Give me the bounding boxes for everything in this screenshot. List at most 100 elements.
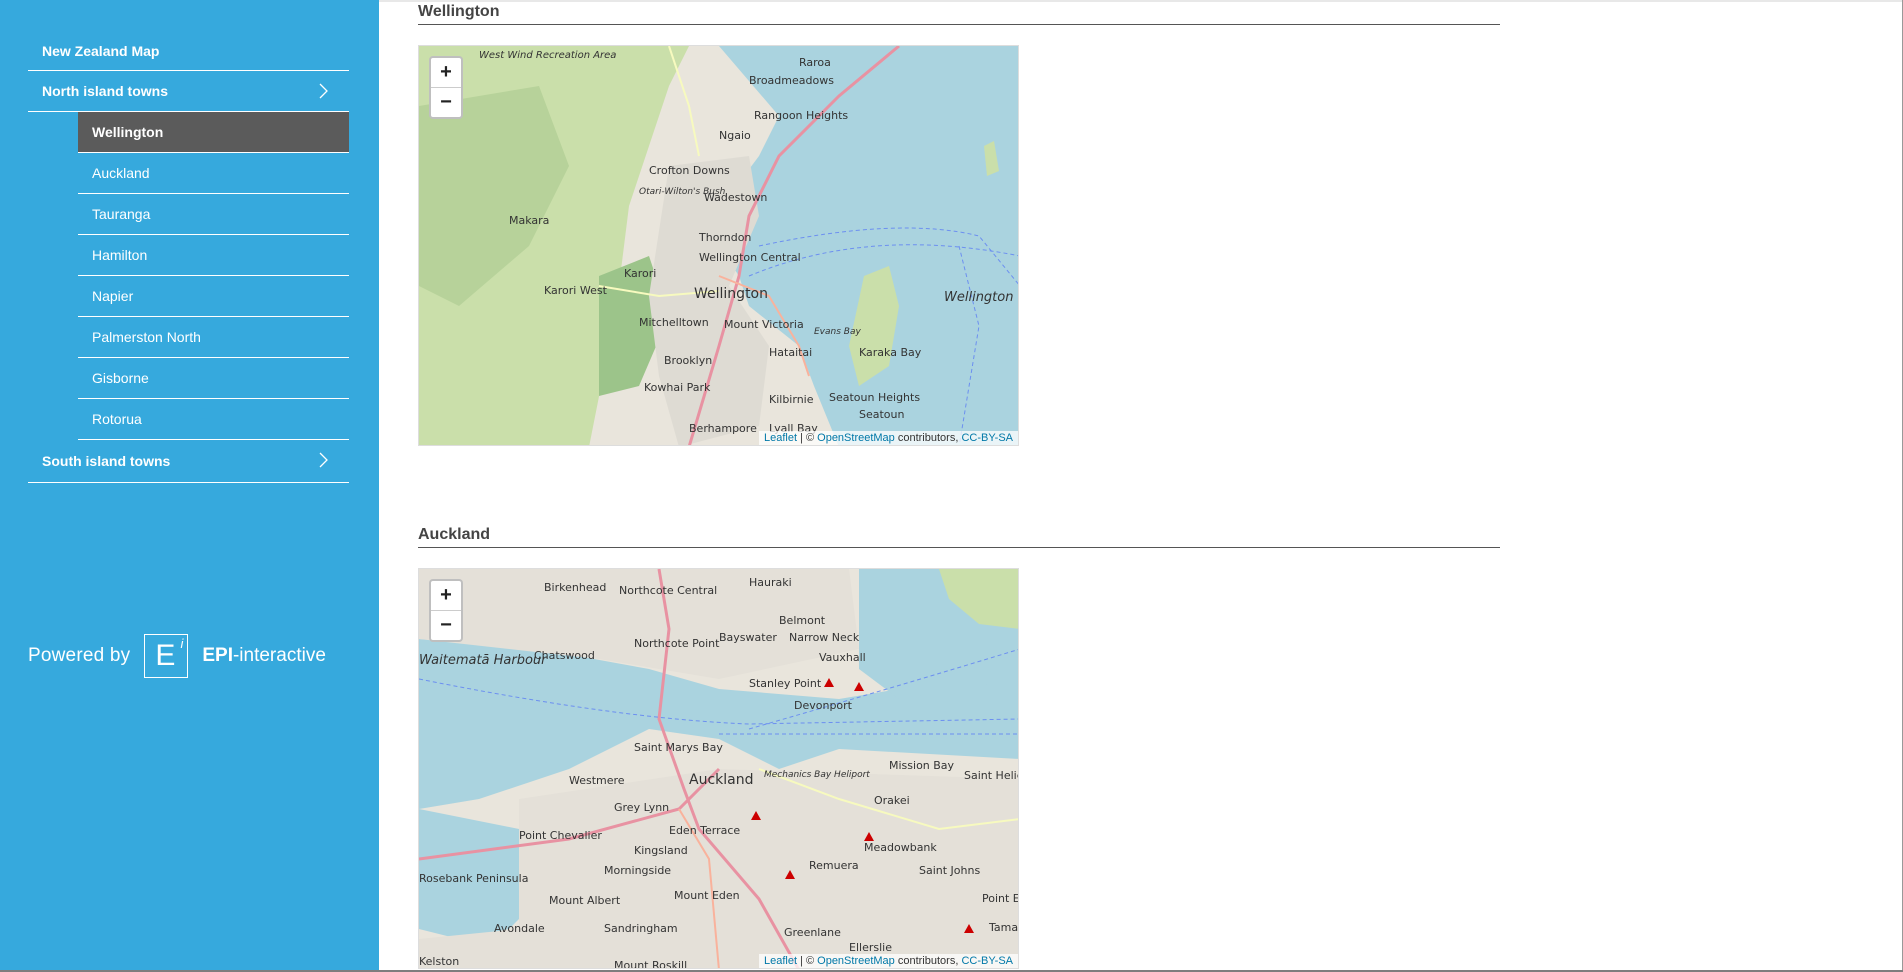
map-label: Kelston xyxy=(419,955,459,968)
map-attribution: Leaflet | © OpenStreetMap contributors, … xyxy=(758,431,1018,445)
map-tiles: West Wind Recreation Area Raroa Broadmea… xyxy=(419,46,1019,445)
map-wellington[interactable]: West Wind Recreation Area Raroa Broadmea… xyxy=(418,45,1019,446)
sidebar-item-label: Tauranga xyxy=(92,206,151,222)
sidebar-item-gisborne[interactable]: Gisborne xyxy=(78,358,349,399)
epi-logo-icon: E i xyxy=(144,634,189,678)
chevron-right-icon xyxy=(319,83,328,99)
map-label: Karori xyxy=(624,267,656,280)
leaflet-link[interactable]: Leaflet xyxy=(764,432,797,444)
map-label: Point England xyxy=(982,892,1019,905)
powered-by-logo[interactable]: Powered by E i EPI-interactive xyxy=(28,634,326,678)
nav-home-link[interactable]: New Zealand Map xyxy=(28,32,349,71)
map-label: Ngaio xyxy=(719,129,751,142)
map-label: West Wind Recreation Area xyxy=(479,50,616,61)
logo-sup: i xyxy=(180,636,184,651)
sidebar-item-palmerston-north[interactable]: Palmerston North xyxy=(78,317,349,358)
leaflet-link[interactable]: Leaflet xyxy=(764,955,797,967)
map-label: Ellerslie xyxy=(849,941,892,954)
zoom-out-button[interactable]: − xyxy=(431,88,461,117)
map-label: Auckland xyxy=(689,772,753,788)
sidebar: New Zealand Map North island towns Welli… xyxy=(0,0,379,972)
map-label: Crofton Downs xyxy=(649,164,730,177)
map-label: Hataitai xyxy=(769,346,812,359)
sidebar-item-label: Napier xyxy=(92,288,134,304)
zoom-in-button[interactable]: + xyxy=(431,58,461,88)
map-label: Devonport xyxy=(794,699,853,712)
osm-link[interactable]: OpenStreetMap xyxy=(817,432,895,444)
map-label: Raroa xyxy=(799,56,831,69)
map-label: Westmere xyxy=(569,774,625,787)
map-label: Sandringham xyxy=(604,922,678,935)
map-label: Rosebank Peninsula xyxy=(419,872,528,885)
map-label: Waitematā Harbour xyxy=(419,653,548,668)
attrib-sep: | © xyxy=(797,955,818,967)
north-island-submenu: Wellington Auckland Tauranga Hamilton Na… xyxy=(78,112,349,440)
map-label: Broadmeadows xyxy=(749,74,834,87)
map-tiles: Birkenhead Northcote Central Hauraki Nor… xyxy=(419,569,1019,969)
sidebar-item-auckland[interactable]: Auckland xyxy=(78,153,349,194)
map-label: Tamaki xyxy=(988,921,1019,934)
sidebar-item-napier[interactable]: Napier xyxy=(78,276,349,317)
logo-letter: E xyxy=(155,639,176,672)
nav-menu: New Zealand Map North island towns Welli… xyxy=(28,32,349,483)
map-label: Wellington Central xyxy=(699,251,801,264)
map-attribution: Leaflet | © OpenStreetMap contributors, … xyxy=(758,954,1018,968)
map-label: Kilbirnie xyxy=(769,393,814,406)
nav-north-island-toggle[interactable]: North island towns xyxy=(28,71,349,112)
sidebar-item-label: Auckland xyxy=(92,165,150,181)
sidebar-item-label: Rotorua xyxy=(92,411,142,427)
osm-link[interactable]: OpenStreetMap xyxy=(817,955,895,967)
map-label: Saint Heliers xyxy=(964,769,1019,782)
nav-north-island-label: North island towns xyxy=(42,83,168,99)
zoom-control: + − xyxy=(429,56,463,119)
license-link[interactable]: CC-BY-SA xyxy=(961,432,1013,444)
attrib-sep: | © xyxy=(797,432,818,444)
nav-south-island-toggle[interactable]: South island towns xyxy=(28,440,349,483)
map-label: Belmont xyxy=(779,614,826,627)
map-label: Karori West xyxy=(544,284,608,297)
sidebar-item-label: Palmerston North xyxy=(92,329,201,345)
nav-south-island-label: South island towns xyxy=(42,453,171,469)
map-label: Narrow Neck xyxy=(789,631,860,644)
map-label: Kowhai Park xyxy=(644,381,711,394)
map-label: Karaka Bay xyxy=(859,346,922,359)
map-label: Point Chevalier xyxy=(519,829,602,842)
chevron-right-icon xyxy=(319,452,328,468)
map-label: Seatoun Heights xyxy=(829,391,920,404)
map-label: Thorndon xyxy=(698,231,751,244)
map-label: Wellington xyxy=(694,286,768,302)
map-label: Wellington Harbour xyxy=(944,290,1019,305)
license-link[interactable]: CC-BY-SA xyxy=(961,955,1013,967)
nav-home-label: New Zealand Map xyxy=(42,43,160,59)
map-label: Rangoon Heights xyxy=(754,109,848,122)
map-label: Morningside xyxy=(604,864,671,877)
map-label: Mount Eden xyxy=(674,889,740,902)
sidebar-item-label: Wellington xyxy=(92,124,164,140)
map-label: Seatoun xyxy=(859,408,905,421)
map-label: Makara xyxy=(509,214,549,227)
map-label: Stanley Point xyxy=(749,677,822,690)
sidebar-item-hamilton[interactable]: Hamilton xyxy=(78,235,349,276)
map-label: Brooklyn xyxy=(664,354,712,367)
map-auckland[interactable]: Birkenhead Northcote Central Hauraki Nor… xyxy=(418,568,1019,969)
sidebar-item-wellington[interactable]: Wellington xyxy=(78,112,349,153)
map-label: Vauxhall xyxy=(819,651,866,664)
section-title-auckland: Auckland xyxy=(418,526,1500,548)
attrib-contrib: contributors, xyxy=(894,955,962,967)
map-label: Mount Roskill xyxy=(614,959,687,969)
brand-bold: EPI xyxy=(202,645,233,666)
map-label: Avondale xyxy=(494,922,545,935)
map-label: Grey Lynn xyxy=(614,801,669,814)
map-label: Saint Marys Bay xyxy=(634,741,723,754)
zoom-out-button[interactable]: − xyxy=(431,611,461,640)
zoom-in-button[interactable]: + xyxy=(431,581,461,611)
top-divider xyxy=(379,0,1903,2)
map-label: Kingsland xyxy=(634,844,688,857)
map-label: Greenlane xyxy=(784,926,841,939)
map-label: Remuera xyxy=(809,859,859,872)
powered-by-text: Powered by xyxy=(28,645,131,666)
sidebar-item-rotorua[interactable]: Rotorua xyxy=(78,399,349,440)
sidebar-item-tauranga[interactable]: Tauranga xyxy=(78,194,349,235)
map-label: Saint Johns xyxy=(919,864,980,877)
brand-name: EPI-interactive xyxy=(202,645,326,667)
